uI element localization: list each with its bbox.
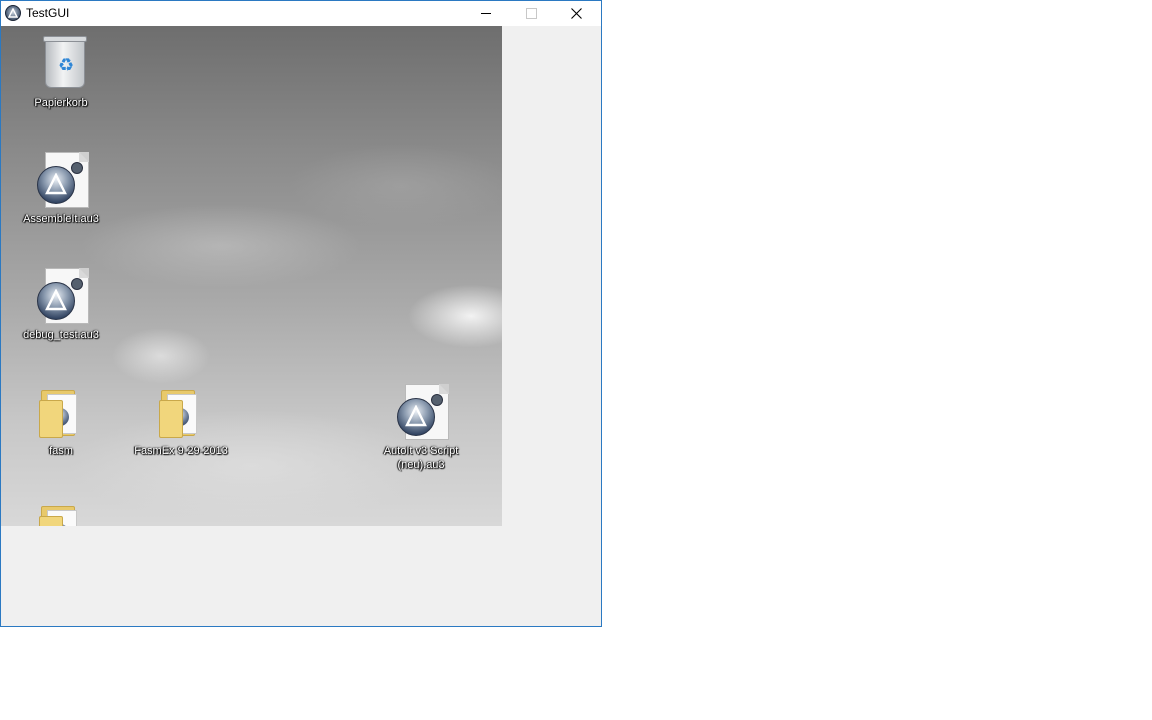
desktop-icon-label: FasmEx 9-29-2013 [134,445,228,457]
maximize-button[interactable] [509,1,554,26]
desktop-icon-folder-partial[interactable] [11,498,111,526]
autoit-script-icon [391,382,451,442]
desktop-icon-autoit-script-new[interactable]: AutoIt v3 Script (neu).au3 [371,382,471,472]
recycle-bin-icon: ♻ [31,34,91,94]
desktop-icon-assembleit[interactable]: AssembleIt.au3 [11,150,111,226]
desktop-icon-label: AutoIt v3 Script (neu).au3 [383,445,459,471]
desktop-icon-fasmex[interactable]: FasmEx 9-29-2013 [131,382,231,458]
minimize-icon [481,13,491,14]
desktop-icon-label: debug_test.au3 [23,329,99,341]
desktop-screenshot-view: ♻ Papierkorb AssembleIt.au3 debug_test.a… [1,26,502,526]
desktop-icon-label: Papierkorb [34,97,88,109]
close-icon [571,8,582,19]
minimize-button[interactable] [464,1,509,26]
desktop-icon-label: AssembleIt.au3 [23,213,99,225]
desktop-icon-label: fasm [49,445,73,457]
testgui-window: TestGUI ♻ Papierkorb AssembleIt.au3 debu… [0,0,602,627]
autoit-app-icon [5,5,21,21]
desktop-icon-recycle-bin[interactable]: ♻ Papierkorb [11,34,111,110]
title-bar[interactable]: TestGUI [1,1,601,26]
window-title: TestGUI [26,6,70,20]
folder-icon [31,498,91,526]
desktop-icon-debug-test[interactable]: debug_test.au3 [11,266,111,342]
close-button[interactable] [554,1,599,26]
autoit-script-icon [31,266,91,326]
autoit-script-icon [31,150,91,210]
folder-icon [151,382,211,442]
folder-icon [31,382,91,442]
maximize-icon [526,8,537,19]
desktop-icon-fasm[interactable]: fasm [11,382,111,458]
